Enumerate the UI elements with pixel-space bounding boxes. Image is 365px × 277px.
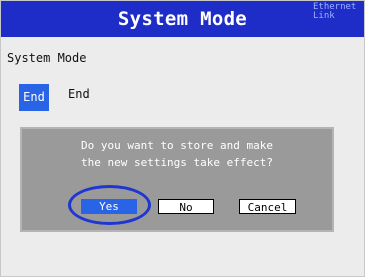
title-bar: System Mode Ethernet Link [1, 1, 364, 37]
screen: System Mode Ethernet Link System Mode En… [0, 0, 365, 277]
ethernet-link-status: Ethernet Link [313, 2, 357, 21]
section-label: System Mode [7, 51, 87, 65]
cancel-button[interactable]: Cancel [239, 199, 296, 214]
end-button[interactable]: End [19, 84, 49, 111]
no-button[interactable]: No [158, 199, 214, 214]
confirm-dialog: Do you want to store and make the new se… [20, 127, 334, 232]
page-title: System Mode [117, 8, 248, 30]
yes-button[interactable]: Yes [81, 199, 137, 214]
end-description: End [68, 87, 90, 101]
dialog-message: Do you want to store and make the new se… [80, 139, 274, 169]
